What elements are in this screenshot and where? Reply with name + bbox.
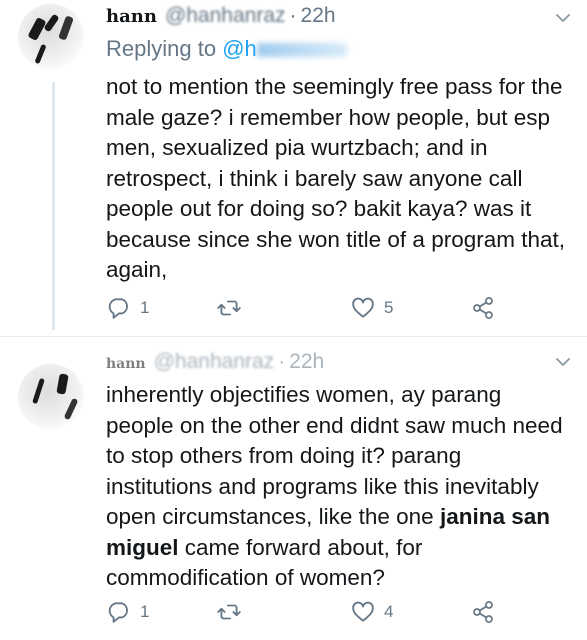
like-icon — [352, 601, 374, 622]
avatar[interactable] — [18, 364, 84, 430]
like-button[interactable]: 4 — [350, 596, 393, 628]
separator-dot: · — [289, 4, 297, 27]
retweet-button[interactable] — [216, 292, 250, 324]
chevron-down-icon[interactable] — [553, 8, 573, 28]
share-icon — [473, 297, 493, 319]
timestamp[interactable]: 22h — [301, 4, 336, 28]
reply-icon — [108, 298, 128, 319]
retweet-icon — [217, 300, 241, 316]
replying-to-label: Replying to — [106, 36, 223, 61]
share-button[interactable] — [470, 596, 496, 628]
like-button[interactable]: 5 — [350, 292, 393, 324]
like-count: 5 — [384, 298, 394, 317]
tweet[interactable]: hann @hanhanraz · 22h Replying to @h not… — [0, 0, 587, 338]
separator-dot: · — [278, 350, 286, 373]
tweet-divider — [0, 336, 587, 337]
retweet-icon — [217, 604, 241, 620]
share-icon — [473, 601, 493, 623]
timestamp[interactable]: 22h — [289, 350, 324, 374]
user-handle[interactable]: @hanhanraz — [154, 350, 275, 374]
thread-line — [52, 82, 55, 330]
like-count: 4 — [384, 602, 394, 621]
reply-count: 1 — [140, 602, 150, 621]
tweet-text: not to mention the seemingly free pass f… — [106, 74, 566, 282]
user-handle[interactable]: @hanhanraz — [165, 4, 286, 28]
like-icon — [352, 297, 374, 318]
avatar[interactable] — [18, 4, 84, 70]
replying-to-handle[interactable]: @h — [222, 36, 257, 61]
tweet-text: inherently objectifies women, ay parang … — [106, 380, 571, 594]
reply-button[interactable]: 1 — [106, 596, 149, 628]
chevron-down-icon[interactable] — [553, 352, 573, 372]
tweet-header: hann @hanhanraz · 22h — [106, 4, 336, 28]
reply-icon — [108, 602, 128, 623]
tweet-header: hann @hanhanraz · 22h — [106, 350, 324, 374]
replying-to: Replying to @h — [106, 36, 347, 62]
retweet-button[interactable] — [216, 596, 250, 628]
share-button[interactable] — [470, 292, 496, 324]
tweet-actions: 1 5 — [106, 292, 526, 324]
display-name[interactable]: hann — [106, 356, 146, 372]
tweet[interactable]: hann @hanhanraz · 22h inherently objecti… — [0, 338, 587, 640]
redacted-handle — [256, 43, 347, 58]
reply-count: 1 — [140, 298, 150, 317]
display-name[interactable]: hann — [106, 6, 157, 27]
tweet-actions: 1 4 — [106, 596, 526, 628]
reply-button[interactable]: 1 — [106, 292, 149, 324]
